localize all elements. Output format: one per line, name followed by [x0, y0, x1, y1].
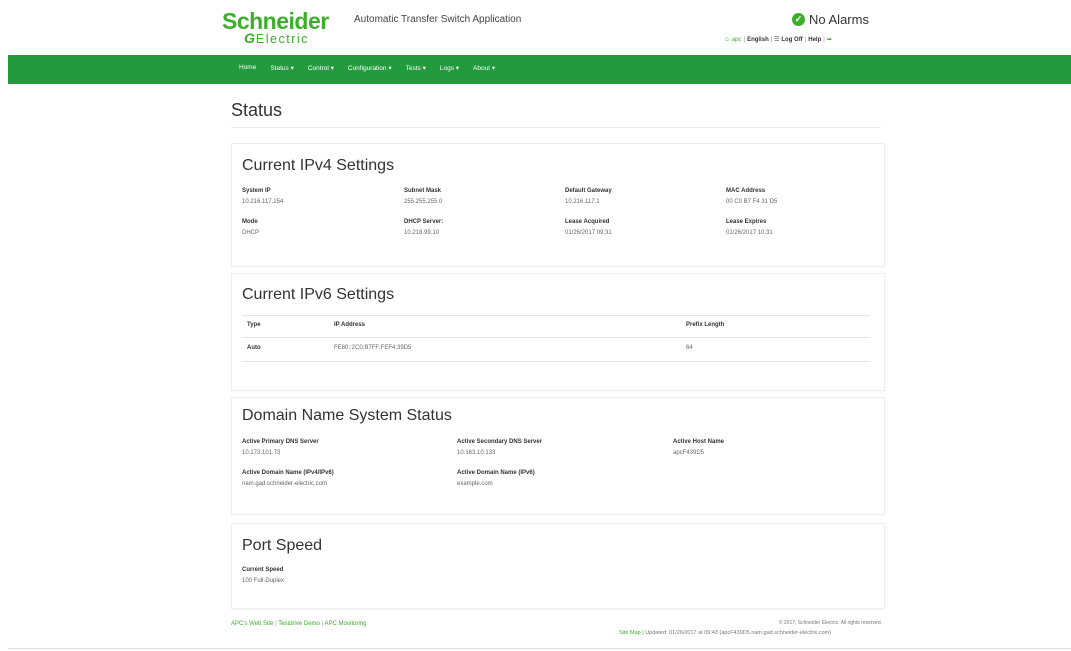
apc-monitoring-link[interactable]: APC Monitoring [324, 621, 366, 627]
lease-acquired-label: Lease Acquired [565, 219, 610, 225]
port-speed-title: Port Speed [242, 537, 323, 554]
system-ip-label: System IP [242, 188, 271, 194]
utility-links: ☺ apc | English | ☰ Log Off | Help | ➦ [724, 37, 832, 43]
dns-title: Domain Name System Status [242, 407, 452, 424]
logo-electric-text: Electric [255, 32, 309, 46]
mac-address-value: 00 C0 B7 F4 31 D5 [726, 199, 778, 205]
domain-name-ipv6-value: example.com [457, 481, 493, 487]
ipv4-title: Current IPv4 Settings [242, 157, 395, 174]
user-icon: ☺ [724, 37, 731, 43]
nav-configuration[interactable]: Configuration ▾ [348, 64, 392, 72]
ipv6-col-prefix: Prefix Length [686, 322, 725, 328]
sitemap-link[interactable]: Site Map [619, 630, 641, 636]
default-gateway-value: 10.216.117.1 [565, 199, 600, 205]
nav-tests[interactable]: Tests ▾ [406, 64, 426, 72]
subnet-mask-value: 255.255.255.0 [404, 199, 443, 205]
domain-name-value: nam.gad.schneider-electric.com [242, 481, 328, 487]
domain-name-ipv6-label: Active Domain Name (IPv6) [457, 470, 535, 476]
testdrive-demo-link[interactable]: Testdrive Demo [278, 621, 320, 627]
ipv6-title: Current IPv6 Settings [242, 286, 395, 303]
primary-dns-label: Active Primary DNS Server [242, 439, 319, 445]
alarm-status[interactable]: ✓ No Alarms [792, 12, 869, 27]
nav-control[interactable]: Control ▾ [308, 64, 334, 72]
ipv6-row-address: FE80::2C0:B7FF:FEF4:39D5 [334, 345, 412, 351]
lease-expires-label: Lease Expires [726, 219, 767, 225]
logoff-link[interactable]: Log Off [781, 37, 802, 43]
title-divider [231, 127, 881, 128]
host-name-value: apcF439D5 [673, 450, 705, 456]
updated-text: | Updated: 01/26/2017 at 09:43 (apcF439D… [642, 630, 832, 636]
current-speed-label: Current Speed [242, 567, 284, 573]
subnet-mask-label: Subnet Mask [404, 188, 442, 194]
lease-expires-value: 01/26/2017 10:31 [726, 230, 773, 236]
host-name-label: Active Host Name [673, 439, 725, 445]
help-link[interactable]: Help [808, 37, 821, 43]
ipv6-col-type: Type [247, 322, 261, 328]
primary-dns-value: 10.173.101.73 [242, 450, 281, 456]
bottom-divider [8, 648, 1071, 649]
app-title: Automatic Transfer Switch Application [354, 14, 522, 25]
nav-about[interactable]: About ▾ [473, 64, 495, 72]
ipv6-col-address: IP Address [334, 322, 366, 328]
bookmark-icon[interactable]: ➦ [827, 37, 832, 43]
domain-name-label: Active Domain Name (IPv4/IPv6) [242, 470, 334, 476]
nav-menu: Home Status ▾ Control ▾ Configuration ▾ … [239, 64, 495, 72]
secondary-dns-value: 10.163.10.133 [457, 450, 496, 456]
check-circle-icon: ✓ [792, 13, 805, 26]
mode-label: Mode [242, 219, 258, 225]
system-ip-value: 10.216.117.154 [242, 199, 284, 205]
language-link[interactable]: English [747, 37, 769, 43]
nav-logs[interactable]: Logs ▾ [440, 64, 459, 72]
ipv6-table-bottom-border [242, 361, 870, 362]
logo-mark-icon: G [244, 30, 255, 46]
dhcp-server-label: DHCP Server: [404, 219, 444, 225]
logo-subline: GElectric [244, 30, 309, 46]
alarm-status-text: No Alarms [809, 12, 869, 27]
user-link[interactable]: apc [732, 37, 742, 43]
dhcp-server-value: 10.218.99.10 [404, 230, 440, 236]
apc-website-link[interactable]: APC's Web Site [231, 621, 273, 627]
copyright-text: © 2017, Schneider Electric. All rights r… [778, 620, 882, 626]
lease-acquired-value: 01/26/2017 09:31 [565, 230, 612, 236]
ipv6-table-top-border [242, 315, 870, 316]
nav-status[interactable]: Status ▾ [270, 64, 294, 72]
nav-home[interactable]: Home [239, 64, 256, 72]
ipv6-row-type: Auto [247, 345, 261, 351]
ipv6-row-prefix: 64 [686, 345, 693, 351]
footer-links: APC's Web Site | Testdrive Demo | APC Mo… [231, 621, 367, 627]
current-speed-value: 100 Full-Duplex [242, 578, 285, 584]
ipv6-header-divider [242, 337, 870, 338]
mode-value: DHCP [242, 230, 260, 236]
port-speed-card [231, 523, 885, 609]
page-title: Status [231, 100, 283, 120]
mac-address-label: MAC Address [726, 188, 766, 194]
main-navbar [8, 55, 1071, 84]
footer-status: Site Map | Updated: 01/26/2017 at 09:43 … [619, 630, 831, 636]
default-gateway-label: Default Gateway [565, 188, 612, 194]
secondary-dns-label: Active Secondary DNS Server [457, 439, 543, 445]
logoff-icon: ☰ [774, 37, 780, 43]
